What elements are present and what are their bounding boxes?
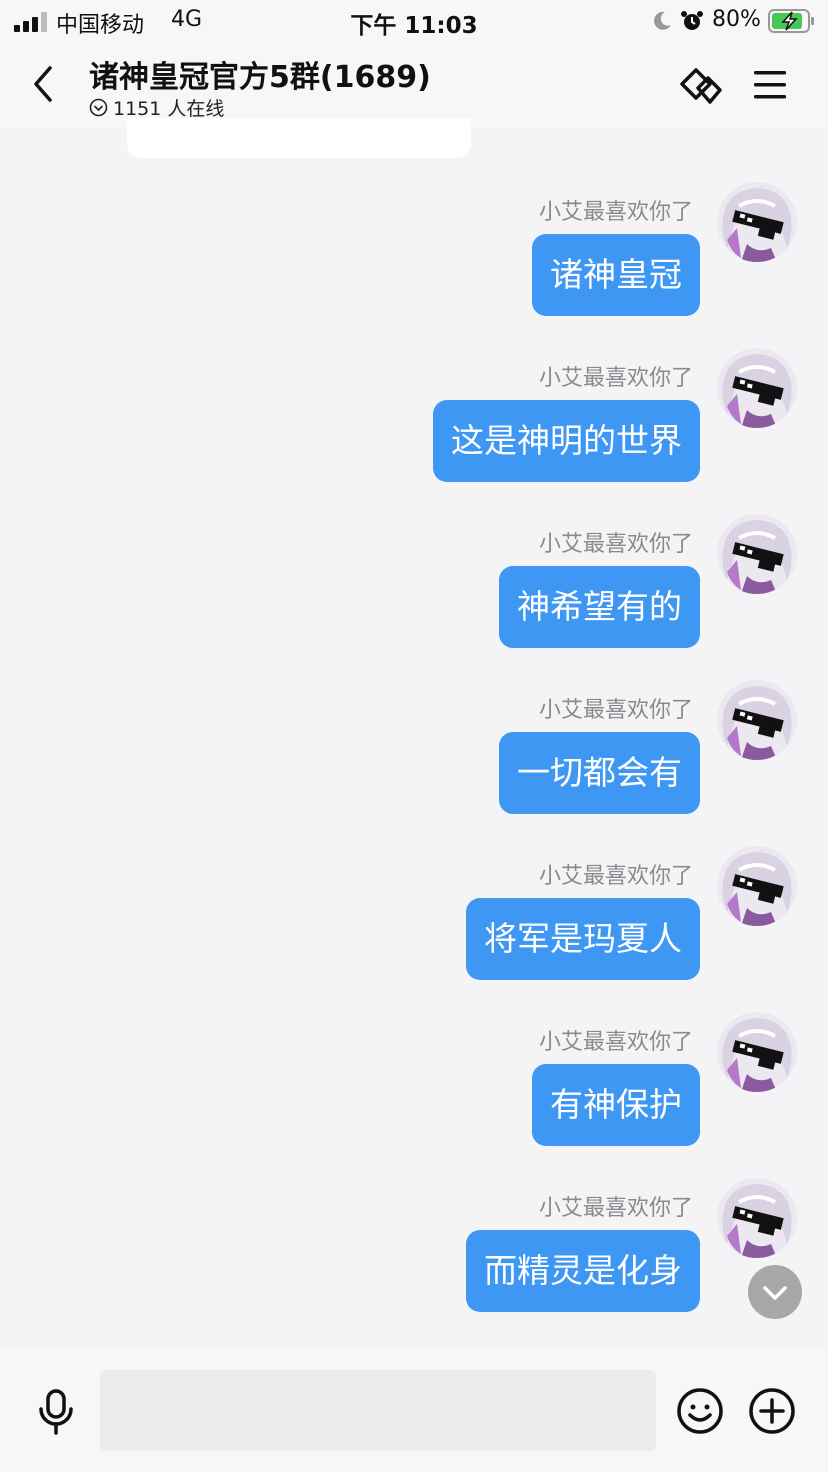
sender-name[interactable]: 小艾最喜欢你了 bbox=[539, 360, 693, 392]
sender-name[interactable]: 小艾最喜欢你了 bbox=[539, 1024, 693, 1056]
avatar[interactable] bbox=[717, 514, 797, 594]
avatar[interactable] bbox=[717, 348, 797, 428]
message-row: 小艾最喜欢你了神希望有的 bbox=[0, 514, 828, 676]
battery-percent: 80% bbox=[712, 7, 761, 32]
input-bar bbox=[0, 1350, 828, 1472]
back-icon[interactable] bbox=[28, 64, 60, 104]
message-bubble[interactable]: 有神保护 bbox=[532, 1064, 700, 1146]
group-link-icon[interactable] bbox=[678, 62, 726, 108]
avatar[interactable] bbox=[717, 846, 797, 926]
message-bubble[interactable]: 这是神明的世界 bbox=[433, 400, 700, 482]
sender-name[interactable]: 小艾最喜欢你了 bbox=[539, 1190, 693, 1222]
message-bubble[interactable]: 神希望有的 bbox=[499, 566, 700, 648]
online-status[interactable]: 1151 人在线 bbox=[89, 94, 224, 121]
scroll-to-bottom-button[interactable] bbox=[748, 1265, 802, 1319]
microphone-icon[interactable] bbox=[36, 1388, 76, 1436]
emoji-icon[interactable] bbox=[676, 1387, 724, 1435]
sender-name[interactable]: 小艾最喜欢你了 bbox=[539, 194, 693, 226]
online-status-icon bbox=[89, 98, 108, 117]
message-bubble[interactable]: 而精灵是化身 bbox=[466, 1230, 700, 1312]
message-bubble[interactable]: 诸神皇冠 bbox=[532, 234, 700, 316]
previous-message-bubble bbox=[127, 118, 471, 158]
avatar[interactable] bbox=[717, 1012, 797, 1092]
chat-header: 诸神皇冠官方5群(1689) 1151 人在线 bbox=[0, 42, 828, 128]
message-row: 小艾最喜欢你了将军是玛夏人 bbox=[0, 846, 828, 1008]
battery-charging-icon bbox=[768, 9, 814, 33]
message-row: 小艾最喜欢你了这是神明的世界 bbox=[0, 348, 828, 510]
status-bar: 中国移动 4G 下午 11:03 80% bbox=[0, 0, 828, 42]
sender-name[interactable]: 小艾最喜欢你了 bbox=[539, 526, 693, 558]
menu-icon[interactable] bbox=[752, 69, 788, 101]
message-bubble[interactable]: 一切都会有 bbox=[499, 732, 700, 814]
sender-name[interactable]: 小艾最喜欢你了 bbox=[539, 692, 693, 724]
plus-icon[interactable] bbox=[748, 1387, 796, 1435]
online-count: 1151 人在线 bbox=[113, 98, 225, 120]
moon-icon bbox=[654, 11, 671, 30]
sender-name[interactable]: 小艾最喜欢你了 bbox=[539, 858, 693, 890]
message-row: 小艾最喜欢你了而精灵是化身 bbox=[0, 1178, 828, 1340]
avatar[interactable] bbox=[717, 680, 797, 760]
group-title[interactable]: 诸神皇冠官方5群(1689) bbox=[89, 52, 431, 96]
message-input[interactable] bbox=[100, 1370, 656, 1451]
alarm-icon bbox=[681, 11, 703, 30]
message-bubble[interactable]: 将军是玛夏人 bbox=[466, 898, 700, 980]
message-row: 小艾最喜欢你了有神保护 bbox=[0, 1012, 828, 1174]
message-row: 小艾最喜欢你了诸神皇冠 bbox=[0, 182, 828, 344]
avatar[interactable] bbox=[717, 1178, 797, 1258]
avatar[interactable] bbox=[717, 182, 797, 262]
message-row: 小艾最喜欢你了一切都会有 bbox=[0, 680, 828, 842]
chevron-down-icon bbox=[763, 1286, 787, 1300]
